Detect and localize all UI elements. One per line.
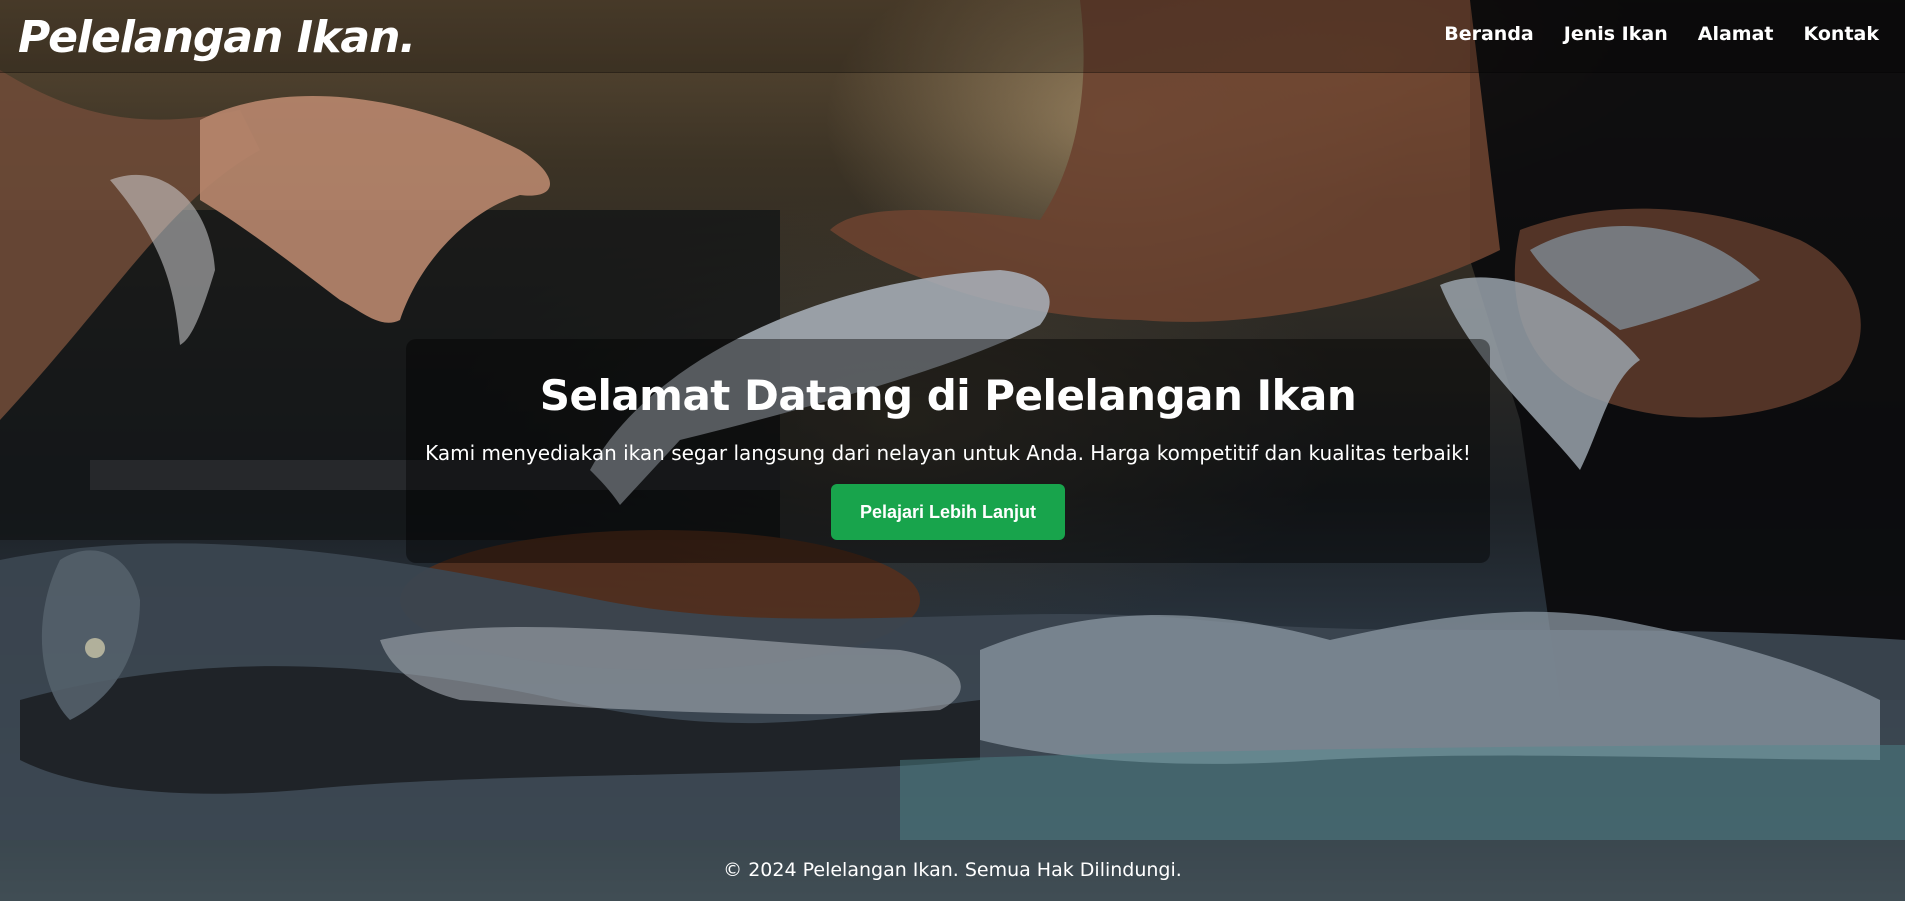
nav-link-alamat[interactable]: Alamat [1698, 20, 1774, 48]
hero-description: Kami menyediakan ikan segar langsung dar… [425, 441, 1471, 465]
navbar: Pelelangan Ikan. Beranda Jenis Ikan Alam… [0, 0, 1905, 73]
footer-copyright: © 2024 Pelelangan Ikan. Semua Hak Dilind… [723, 859, 1182, 881]
brand-logo[interactable]: Pelelangan Ikan. [18, 8, 416, 68]
hero-title: Selamat Datang di Pelelangan Ikan [539, 371, 1357, 420]
nav-link-kontak[interactable]: Kontak [1803, 20, 1879, 48]
landing-page: Pelelangan Ikan. Beranda Jenis Ikan Alam… [0, 0, 1905, 901]
nav-link-beranda[interactable]: Beranda [1444, 20, 1534, 48]
nav-link-jenis-ikan[interactable]: Jenis Ikan [1564, 20, 1668, 48]
learn-more-button[interactable]: Pelajari Lebih Lanjut [830, 484, 1066, 540]
footer: © 2024 Pelelangan Ikan. Semua Hak Dilind… [0, 840, 1905, 901]
hero-card: Selamat Datang di Pelelangan Ikan Kami m… [406, 339, 1490, 563]
nav-links: Beranda Jenis Ikan Alamat Kontak [1444, 20, 1879, 48]
